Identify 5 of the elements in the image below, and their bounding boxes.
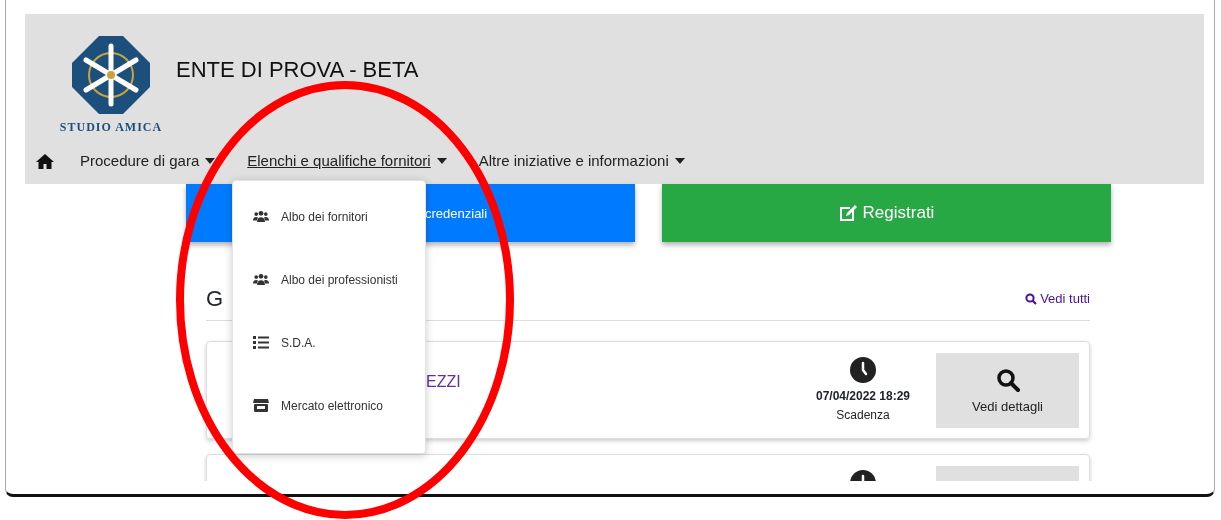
deadline-label: Scadenza bbox=[836, 408, 890, 422]
deadline-date: 07/04/2022 18:29 bbox=[815, 389, 911, 403]
logo-text: STUDIO AMICA bbox=[59, 119, 163, 135]
section-title: G bbox=[206, 286, 224, 312]
site-title: ENTE DI PROVA - BETA bbox=[176, 57, 419, 83]
